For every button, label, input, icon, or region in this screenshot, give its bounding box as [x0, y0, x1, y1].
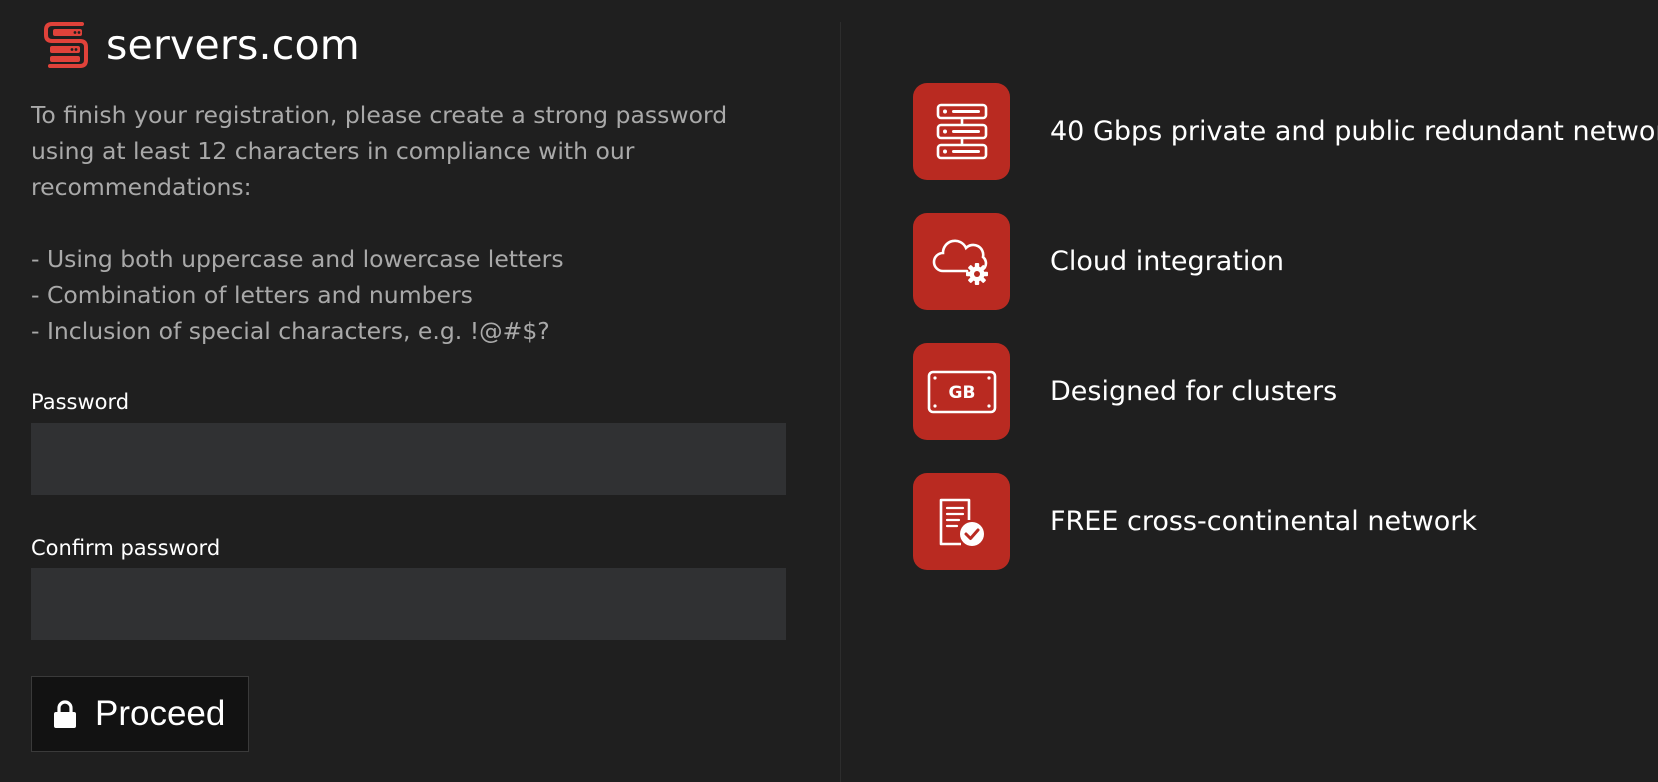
- password-label: Password: [31, 390, 130, 414]
- recommendation-item: - Using both uppercase and lowercase let…: [31, 245, 564, 273]
- lock-icon: [54, 700, 76, 728]
- feature-icon-tile: [913, 83, 1010, 180]
- logo-text: servers.com: [106, 21, 360, 69]
- feature-text: 40 Gbps private and public redundant net…: [1050, 115, 1658, 147]
- feature-icon-tile: [913, 473, 1010, 570]
- password-field[interactable]: [31, 423, 786, 495]
- confirm-password-label: Confirm password: [31, 536, 221, 560]
- gb-card-icon: GB: [927, 370, 996, 413]
- feature-text: Designed for clusters: [1050, 375, 1338, 407]
- password-instructions: To finish your registration, please crea…: [31, 97, 791, 349]
- feature-item: Cloud integration: [913, 213, 1284, 310]
- feature-text: Cloud integration: [1050, 245, 1285, 277]
- proceed-button[interactable]: Proceed: [31, 676, 249, 752]
- feature-text: FREE cross-continental network: [1050, 505, 1478, 537]
- instructions-lead: To finish your registration, please crea…: [31, 101, 728, 201]
- feature-item: GB Designed for clusters: [913, 343, 1337, 440]
- registration-page: servers.com To finish your registration,…: [0, 0, 1658, 782]
- column-divider: [840, 22, 841, 782]
- cloud-gear-icon: [932, 238, 988, 285]
- proceed-button-label: Proceed: [95, 694, 226, 733]
- document-check-icon: [939, 498, 984, 546]
- servers-logo-icon: [44, 22, 88, 68]
- feature-icon-tile: GB: [913, 343, 1010, 440]
- recommendation-item: - Combination of letters and numbers: [31, 281, 473, 309]
- feature-item: FREE cross-continental network: [913, 473, 1477, 570]
- server-rack-icon: [936, 103, 987, 159]
- logo[interactable]: servers.com: [42, 20, 360, 70]
- feature-item: 40 Gbps private and public redundant net…: [913, 83, 1658, 180]
- confirm-password-field[interactable]: [31, 568, 786, 640]
- feature-icon-tile: [913, 213, 1010, 310]
- recommendation-item: - Inclusion of special characters, e.g. …: [31, 317, 550, 345]
- gb-card-label: GB: [948, 383, 975, 403]
